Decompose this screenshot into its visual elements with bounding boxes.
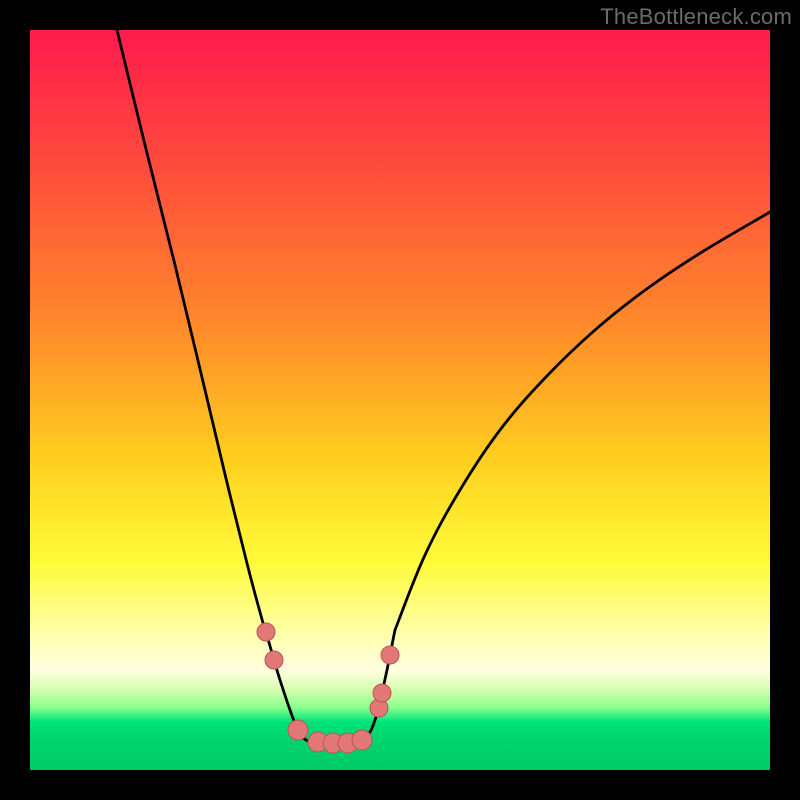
data-marker <box>257 623 275 641</box>
data-marker <box>288 720 308 740</box>
chart-frame: TheBottleneck.com <box>0 0 800 800</box>
curve-left-branch <box>117 30 395 743</box>
curve-layer <box>30 30 770 770</box>
plot-area <box>30 30 770 770</box>
data-marker <box>352 730 372 750</box>
data-marker <box>265 651 283 669</box>
data-marker <box>373 684 391 702</box>
data-marker <box>381 646 399 664</box>
curve-right-branch <box>395 212 770 630</box>
data-markers <box>257 623 399 753</box>
watermark-text: TheBottleneck.com <box>600 4 792 30</box>
